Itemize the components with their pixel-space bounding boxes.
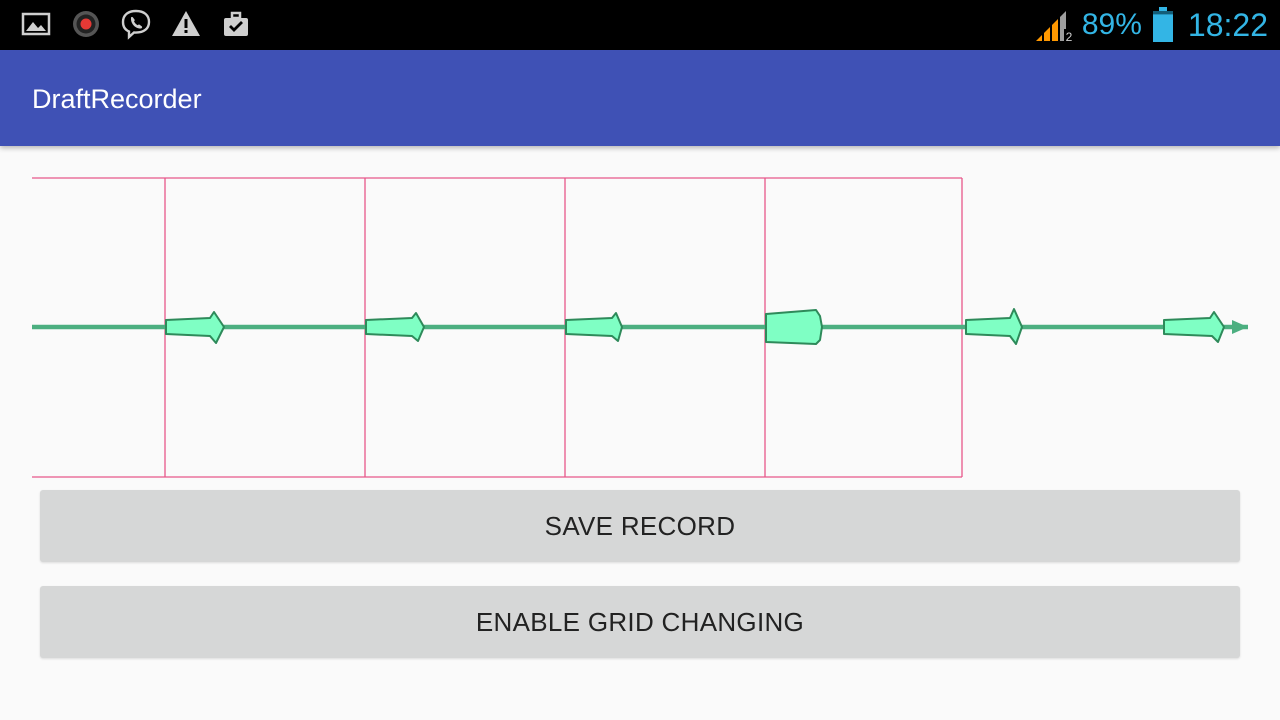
app-title: DraftRecorder bbox=[32, 84, 202, 114]
sim-slot-label: 2 bbox=[1066, 30, 1073, 44]
gallery-icon bbox=[21, 12, 51, 36]
status-bar: 2 89% 18:22 bbox=[0, 0, 1280, 50]
block-marker[interactable] bbox=[765, 309, 823, 345]
arrow-marker[interactable] bbox=[365, 312, 425, 342]
track-end-arrow bbox=[1232, 320, 1248, 334]
arrow-marker[interactable] bbox=[965, 308, 1023, 345]
arrow-marker[interactable] bbox=[565, 312, 623, 342]
enable-grid-changing-button[interactable]: ENABLE GRID CHANGING bbox=[40, 586, 1240, 658]
notification-icons bbox=[20, 8, 252, 40]
battery-percent: 89% bbox=[1081, 8, 1142, 41]
save-record-button[interactable]: SAVE RECORD bbox=[40, 490, 1240, 562]
battery-icon bbox=[1152, 7, 1173, 42]
arrow-marker[interactable] bbox=[1163, 311, 1225, 343]
arrow-marker[interactable] bbox=[165, 311, 225, 344]
viber-icon bbox=[121, 9, 151, 40]
battery-level bbox=[1152, 14, 1173, 42]
system-status: 2 89% 18:22 bbox=[1034, 4, 1268, 46]
clock: 18:22 bbox=[1187, 6, 1268, 43]
briefcase-check-icon bbox=[224, 11, 248, 36]
record-icon bbox=[73, 11, 99, 37]
warning-icon bbox=[172, 11, 200, 36]
signal-bars-icon: 2 bbox=[1035, 11, 1074, 44]
draft-recorder-view[interactable] bbox=[0, 146, 1280, 486]
app-bar: DraftRecorder bbox=[0, 50, 1280, 146]
